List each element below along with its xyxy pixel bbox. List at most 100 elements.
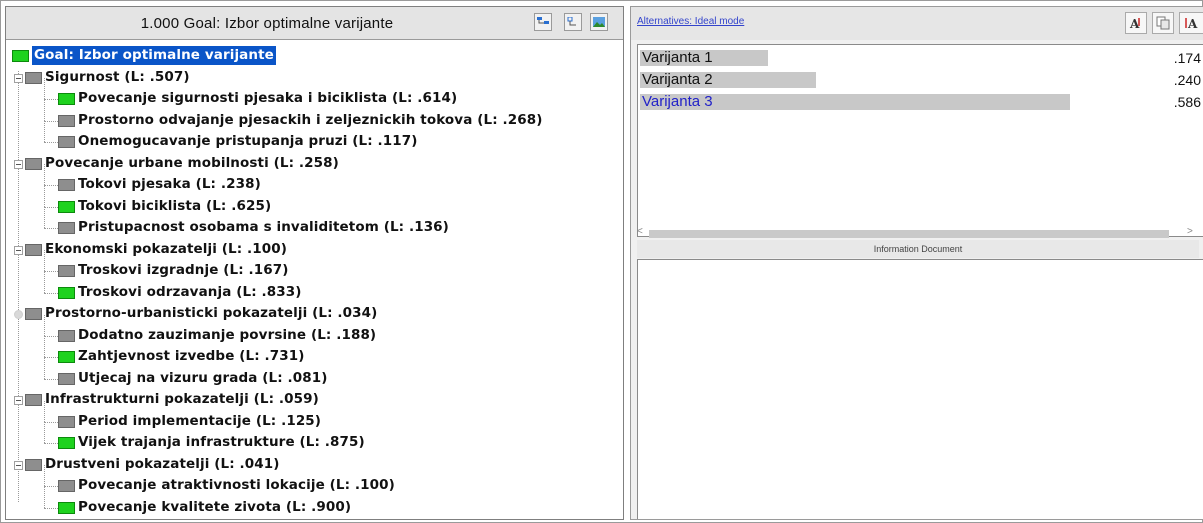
node-square-icon (58, 501, 75, 514)
goal-tree: Goal: Izbor optimalne varijante Sigurnos… (6, 41, 623, 519)
tree-node[interactable]: Dodatno zauzimanje povrsine (L: .188) (6, 314, 623, 345)
node-square-icon (58, 351, 75, 363)
tree-node-label: Onemogucavanje pristupanja pruzi (L: .11… (78, 133, 418, 149)
tree-connector (44, 142, 58, 143)
tree-node[interactable]: Sigurnost (L: .507) (6, 68, 623, 87)
node-square-icon (25, 308, 42, 320)
tree-node[interactable]: Prostorno-urbanisticki pokazatelji (L: .… (6, 304, 623, 323)
tree-node[interactable]: Utjecaj na vizuru grada (L: .081) (6, 357, 623, 388)
node-square-icon (58, 222, 75, 234)
tree-connector (44, 335, 58, 337)
alternative-row[interactable]: Varijanta 3 .586 (638, 93, 1203, 111)
collapse-toggle-icon[interactable] (14, 159, 23, 169)
tree-connector (44, 228, 58, 229)
alternative-value: .240 (1173, 72, 1201, 88)
tree-node[interactable]: Povecanje kvalitete zivota (L: .900) (6, 486, 623, 517)
node-square-icon (25, 157, 42, 170)
tree-node[interactable]: Infrastrukturni pokazatelji (L: .059) (6, 390, 623, 409)
tree-node-label: Pristupacnost osobama s invaliditetom (L… (78, 219, 449, 235)
collapse-icon[interactable] (564, 13, 582, 31)
tree-connector (44, 207, 45, 228)
tree-connector (44, 185, 45, 207)
tree-node-label: Ekonomski pokazatelji (L: .100) (45, 240, 288, 257)
alternative-row[interactable]: Varijanta 1 .174 (638, 49, 1203, 67)
scroll-right-icon[interactable]: > (1187, 226, 1193, 238)
tree-connector (44, 78, 45, 99)
tree-node[interactable]: Onemogucavanje pristupanja pruzi (L: .11… (6, 121, 623, 151)
tree-connector (44, 271, 45, 293)
tree-node[interactable]: Ekonomski pokazatelji (L: .100) (6, 240, 623, 259)
tree-node[interactable]: Povecanje urbane mobilnosti (L: .258) (6, 154, 623, 173)
node-square-icon (58, 415, 75, 428)
collapse-toggle-icon[interactable] (14, 396, 23, 405)
tree-node[interactable]: Prostorno odvajanje pjesackih i zeljezni… (6, 99, 623, 130)
tree-connector (44, 271, 58, 272)
tree-connector (44, 357, 58, 358)
alternative-row[interactable]: Varijanta 2 .240 (638, 71, 1203, 89)
tree-node[interactable]: Vijek trajanja infrastrukture (L: .875) (6, 422, 623, 452)
tree-node-label: Povecanje kvalitete zivota (L: .900) (78, 498, 352, 515)
goal-tree-pane: 1.000 Goal: Izbor optimalne varijante Go… (5, 6, 624, 520)
tree-node[interactable]: Povecanje atraktivnosti lokacije (L: .10… (6, 465, 623, 495)
tree-node[interactable]: Pristupacnost osobama s invaliditetom (L… (6, 207, 623, 237)
tree-node-label: Infrastrukturni pokazatelji (L: .059) (45, 391, 319, 407)
collapse-toggle-icon[interactable] (14, 460, 23, 470)
alternatives-scrollbar[interactable]: < > (637, 226, 1197, 238)
tree-node[interactable]: Troskovi izgradnje (L: .167) (6, 250, 623, 280)
alternative-value: .586 (1173, 94, 1201, 110)
tree-node-label: Zahtjevnost izvedbe (L: .731) (78, 348, 305, 364)
tree-node[interactable]: Drustveni pokazatelji (L: .041) (6, 455, 623, 474)
tree-node[interactable]: Povecanje sigurnosti pjesaka i biciklist… (6, 78, 623, 108)
node-square-icon (58, 329, 75, 342)
tree-connector (44, 120, 58, 122)
tree-connector (44, 250, 45, 271)
tree-view-icon[interactable] (534, 13, 552, 31)
information-document[interactable] (637, 259, 1203, 519)
node-toggle-icon[interactable] (14, 310, 23, 319)
tree-node-label: Troskovi odrzavanja (L: .833) (78, 283, 302, 300)
alternative-name: Varijanta 1 (642, 49, 713, 66)
alternatives-header: Alternatives: Ideal mode A A (631, 7, 1203, 40)
tree-connector (44, 314, 45, 336)
node-square-icon (58, 265, 75, 277)
tree-node[interactable]: Tokovi biciklista (L: .625) (6, 185, 623, 216)
tree-connector (44, 507, 58, 509)
goal-node[interactable]: Goal: Izbor optimalne varijante (6, 46, 623, 65)
svg-text:A: A (1187, 17, 1198, 30)
tree-node-label: Drustveni pokazatelji (L: .041) (45, 455, 280, 472)
node-square-icon (58, 114, 75, 127)
tree-node[interactable]: Zahtjevnost izvedbe (L: .731) (6, 336, 623, 366)
text-size-icon[interactable]: A (1179, 12, 1203, 34)
tree-connector (44, 99, 58, 100)
scroll-left-icon[interactable]: < (637, 226, 643, 238)
copy-icon[interactable] (1152, 12, 1174, 34)
tree-connector (44, 443, 58, 444)
node-square-icon (58, 437, 75, 449)
tree-node[interactable]: Period implementacije (L: .125) (6, 400, 623, 431)
tree-connector (44, 486, 45, 508)
node-square-icon (25, 394, 42, 406)
goal-node-label: Goal: Izbor optimalne varijante (32, 46, 276, 65)
font-icon[interactable]: A (1125, 12, 1147, 34)
collapse-toggle-icon[interactable] (14, 73, 23, 83)
app-window: 1.000 Goal: Izbor optimalne varijante Go… (0, 0, 1203, 523)
node-square-icon (58, 200, 75, 213)
node-square-icon (58, 136, 75, 148)
tree-node[interactable]: Troskovi odrzavanja (L: .833) (6, 271, 623, 302)
tree-node[interactable]: Tokovi pjesaka (L: .238) (6, 164, 623, 194)
alternatives-pane: Alternatives: Ideal mode A A Varijanta 1… (630, 6, 1203, 520)
tree-connector (44, 378, 58, 380)
scrollbar-thumb[interactable] (649, 230, 1169, 238)
tree-connector (44, 421, 58, 423)
node-square-icon (58, 372, 75, 385)
alternative-name: Varijanta 3 (642, 93, 713, 110)
tree-node-label: Povecanje atraktivnosti lokacije (L: .10… (78, 477, 395, 493)
alternatives-mode-link[interactable]: Alternatives: Ideal mode (637, 16, 744, 27)
collapse-toggle-icon[interactable] (14, 245, 23, 255)
image-icon[interactable] (590, 13, 608, 31)
information-document-label: Information Document (637, 240, 1199, 258)
alternatives-list: Varijanta 1.174 Varijanta 2.240 Varijanta … (637, 44, 1203, 237)
tree-connector (44, 99, 45, 121)
alternative-name: Varijanta 2 (642, 71, 713, 88)
tree-connector (44, 292, 58, 294)
